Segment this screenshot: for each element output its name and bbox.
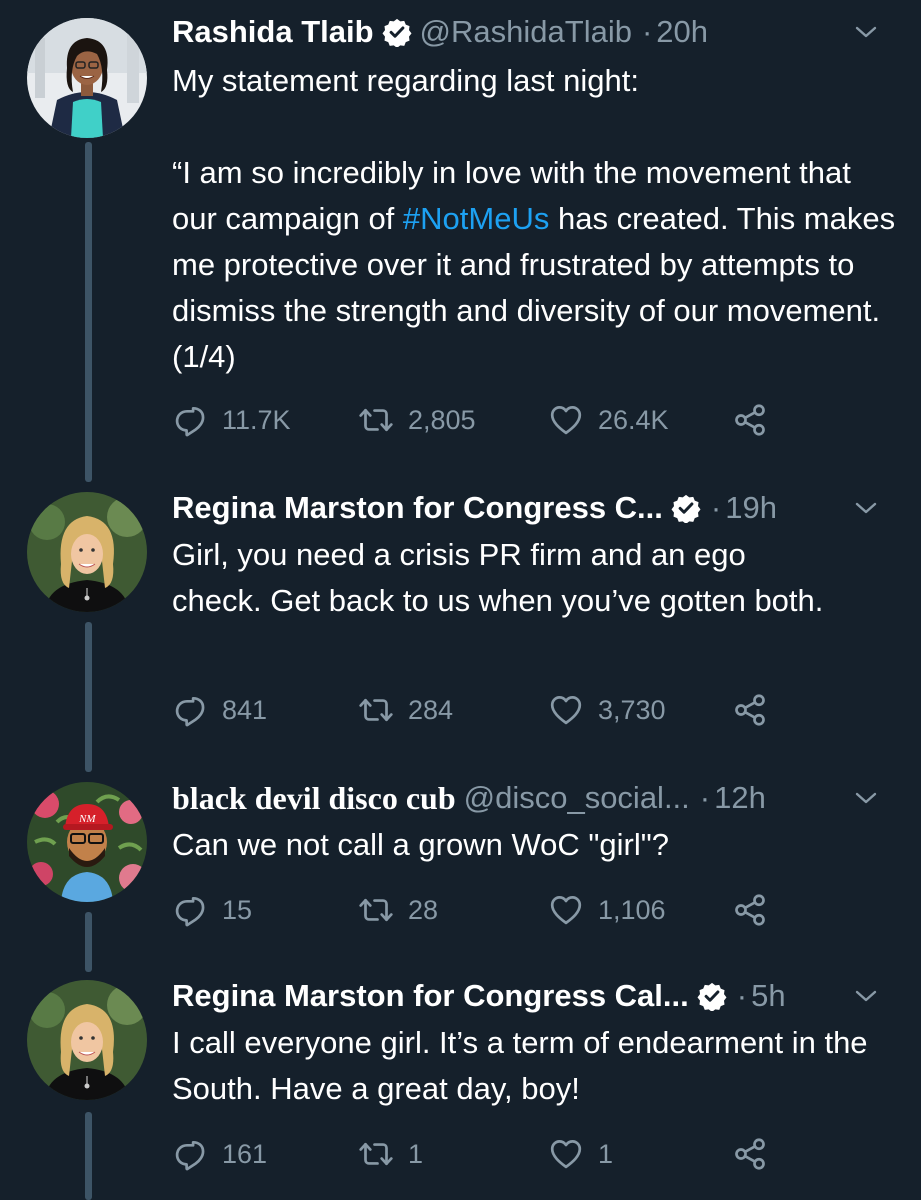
reply-icon xyxy=(172,892,208,928)
reply-button[interactable]: 11.7K xyxy=(172,400,291,440)
reply-count: 841 xyxy=(222,694,268,725)
like-button[interactable]: 1,106 xyxy=(548,890,666,930)
heart-icon xyxy=(548,1136,584,1172)
tweet-header: black devil disco cub @disco_social... ·… xyxy=(172,778,901,818)
timestamp[interactable]: 19h xyxy=(725,490,777,526)
share-button[interactable] xyxy=(732,1134,768,1174)
reply-button[interactable]: 15 xyxy=(172,890,252,930)
separator-dot: · xyxy=(736,978,748,1013)
reply-icon xyxy=(172,402,208,438)
like-count: 1 xyxy=(598,1138,614,1169)
tweet-header: Regina Marston for Congress C... · 19h xyxy=(172,488,901,528)
retweet-icon xyxy=(358,402,394,438)
username[interactable]: @disco_social... xyxy=(464,780,690,816)
separator-dot: · xyxy=(641,14,653,49)
display-name[interactable]: Regina Marston for Congress Cal... xyxy=(172,978,689,1014)
tweet-actions: 15 28 1,106 xyxy=(172,890,792,930)
username[interactable]: @RashidaTlaib xyxy=(420,14,632,50)
display-name[interactable]: Regina Marston for Congress C... xyxy=(172,490,663,526)
reply-count: 15 xyxy=(222,894,253,925)
retweet-icon xyxy=(358,692,394,728)
tweet: Rashida Tlaib @RashidaTlaib · 20h My sta… xyxy=(0,0,921,480)
like-button[interactable]: 1 xyxy=(548,1134,613,1174)
reply-button[interactable]: 161 xyxy=(172,1134,267,1174)
like-button[interactable]: 3,730 xyxy=(548,690,666,730)
reply-icon xyxy=(172,1136,208,1172)
reply-icon xyxy=(172,692,208,728)
hashtag-link[interactable]: #NotMeUs xyxy=(403,201,549,236)
tweet: NM black devil disco cub @disco_social..… xyxy=(0,770,921,970)
avatar[interactable] xyxy=(27,18,147,138)
tweet-text: My statement regarding last night: “I am… xyxy=(172,58,897,380)
retweet-button[interactable]: 1 xyxy=(358,1134,423,1174)
heart-icon xyxy=(548,892,584,928)
verified-badge-icon xyxy=(697,981,727,1011)
retweet-count: 28 xyxy=(408,894,439,925)
chevron-down-icon[interactable] xyxy=(853,498,879,518)
tweet: Regina Marston for Congress Cal... · 5h … xyxy=(0,968,921,1200)
avatar[interactable] xyxy=(27,492,147,612)
avatar[interactable]: NM xyxy=(27,782,147,902)
display-name[interactable]: Rashida Tlaib xyxy=(172,14,374,50)
verified-badge-icon xyxy=(671,493,701,523)
tweet-header: Regina Marston for Congress Cal... · 5h xyxy=(172,976,901,1016)
tweet-text: Girl, you need a crisis PR firm and an e… xyxy=(172,537,824,618)
retweet-icon xyxy=(358,1136,394,1172)
chevron-down-icon[interactable] xyxy=(853,788,879,808)
share-icon xyxy=(732,1136,768,1172)
like-count: 26.4K xyxy=(598,404,669,435)
like-count: 3,730 xyxy=(598,694,666,725)
retweet-icon xyxy=(358,892,394,928)
retweet-button[interactable]: 28 xyxy=(358,890,438,930)
timestamp[interactable]: 5h xyxy=(751,978,785,1014)
chevron-down-icon[interactable] xyxy=(853,22,879,42)
retweet-button[interactable]: 2,805 xyxy=(358,400,476,440)
share-button[interactable] xyxy=(732,890,768,930)
avatar[interactable] xyxy=(27,980,147,1100)
retweet-count: 284 xyxy=(408,694,454,725)
svg-text:NM: NM xyxy=(78,813,96,825)
share-icon xyxy=(732,692,768,728)
tweet-actions: 161 1 1 xyxy=(172,1134,792,1174)
chevron-down-icon[interactable] xyxy=(853,986,879,1006)
tweet-actions: 11.7K 2,805 26.4K xyxy=(172,400,792,440)
reply-count: 11.7K xyxy=(222,404,291,435)
share-button[interactable] xyxy=(732,400,768,440)
separator-dot: · xyxy=(699,780,711,815)
tweet: Regina Marston for Congress C... · 19h G… xyxy=(0,480,921,760)
timestamp[interactable]: 12h xyxy=(714,780,766,816)
tweet-text: Can we not call a grown WoC "girl"? xyxy=(172,827,669,862)
retweet-count: 2,805 xyxy=(408,404,476,435)
share-icon xyxy=(732,892,768,928)
share-button[interactable] xyxy=(732,690,768,730)
like-button[interactable]: 26.4K xyxy=(548,400,669,440)
retweet-count: 1 xyxy=(408,1138,424,1169)
like-count: 1,106 xyxy=(598,894,666,925)
verified-badge-icon xyxy=(382,17,412,47)
heart-icon xyxy=(548,692,584,728)
retweet-button[interactable]: 284 xyxy=(358,690,453,730)
reply-button[interactable]: 841 xyxy=(172,690,267,730)
tweet-actions: 841 284 3,730 xyxy=(172,690,792,730)
tweet-header: Rashida Tlaib @RashidaTlaib · 20h xyxy=(172,12,901,52)
display-name[interactable]: black devil disco cub xyxy=(172,780,456,817)
separator-dot: · xyxy=(710,490,722,525)
heart-icon xyxy=(548,402,584,438)
timestamp[interactable]: 20h xyxy=(656,14,708,50)
reply-count: 161 xyxy=(222,1138,268,1169)
share-icon xyxy=(732,402,768,438)
tweet-text: I call everyone girl. It’s a term of end… xyxy=(172,1025,868,1106)
